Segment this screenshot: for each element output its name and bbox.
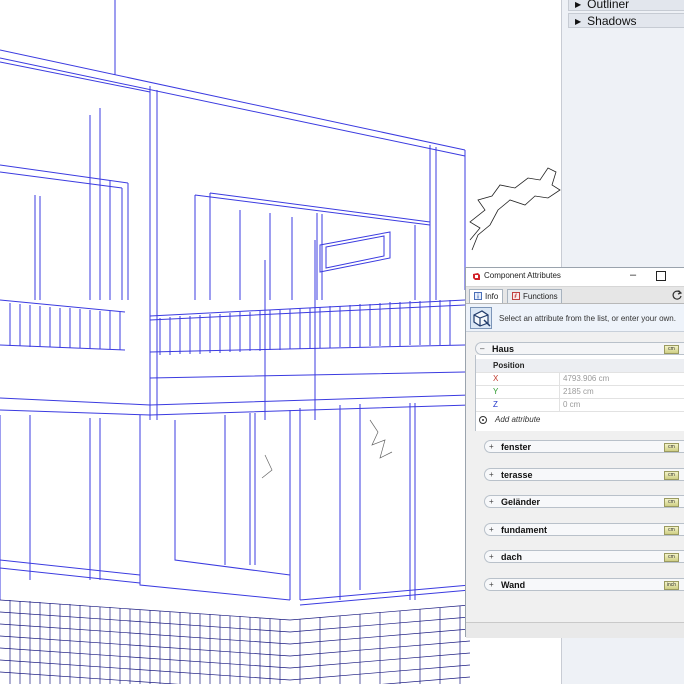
attribute-table: Position X 4793.906 cm Y 2185 cm Z 0 cm … xyxy=(475,355,684,431)
expand-icon[interactable]: + xyxy=(489,552,494,561)
column-divider xyxy=(559,398,560,411)
component-name: fenster xyxy=(501,442,532,452)
function-icon xyxy=(512,292,520,300)
component-row-terasse[interactable]: + terasse cm xyxy=(484,468,684,481)
attribute-row-x[interactable]: X 4793.906 cm xyxy=(476,372,684,386)
minimize-button[interactable]: – xyxy=(626,268,640,284)
collapse-icon[interactable]: – xyxy=(480,344,484,353)
units-badge[interactable]: cm xyxy=(664,471,679,480)
units-badge[interactable]: cm xyxy=(664,498,679,507)
attribute-row-y[interactable]: Y 2185 cm xyxy=(476,385,684,399)
attribute-value[interactable]: 2185 cm xyxy=(563,385,594,398)
component-name: Haus xyxy=(492,344,515,354)
component-name: Geländer xyxy=(501,497,541,507)
tray-panel-label: Outliner xyxy=(587,0,630,11)
units-badge[interactable]: cm xyxy=(664,526,679,535)
attribute-row-z[interactable]: Z 0 cm xyxy=(476,398,684,412)
units-badge[interactable]: cm xyxy=(664,553,679,562)
column-divider xyxy=(559,372,560,385)
units-badge[interactable]: cm xyxy=(664,443,679,452)
component-name: dach xyxy=(501,552,523,562)
tab-bar: Info Functions xyxy=(466,287,684,304)
attribute-value[interactable]: 0 cm xyxy=(563,398,580,411)
tray-panel-shadows[interactable]: ▶ Shadows xyxy=(568,13,684,28)
group-label: Position xyxy=(493,361,525,370)
component-row-dach[interactable]: + dach cm xyxy=(484,550,684,563)
component-row-fundament[interactable]: + fundament cm xyxy=(484,523,684,536)
window-footer xyxy=(466,622,684,638)
expand-triangle-icon: ▶ xyxy=(575,17,582,26)
add-attribute-label: Add attribute xyxy=(495,415,541,424)
tab-info[interactable]: Info xyxy=(469,289,503,303)
attribute-group-header: Position xyxy=(476,359,684,373)
tray-panel-outliner[interactable]: ▶ Outliner xyxy=(568,0,684,11)
maximize-button[interactable] xyxy=(656,271,666,281)
component-attributes-window: Component Attributes – Info Functions Se… xyxy=(465,267,684,638)
add-attribute-row[interactable]: Add attribute xyxy=(476,413,684,427)
component-name: fundament xyxy=(501,525,547,535)
attribute-key: Z xyxy=(493,400,498,409)
expand-icon[interactable]: + xyxy=(489,497,494,506)
component-row-gelaender[interactable]: + Geländer cm xyxy=(484,495,684,508)
component-cube-icon xyxy=(470,307,492,329)
add-attribute-icon[interactable] xyxy=(479,416,487,424)
tray-panel-label: Shadows xyxy=(587,14,637,28)
info-icon xyxy=(474,292,482,300)
attribute-key: X xyxy=(493,374,499,383)
expand-icon[interactable]: + xyxy=(489,580,494,589)
refresh-icon[interactable] xyxy=(671,289,683,301)
component-row-haus[interactable]: – Haus cm xyxy=(475,342,684,355)
component-row-wand[interactable]: + Wand inch xyxy=(484,578,684,591)
component-name: Wand xyxy=(501,580,526,590)
hint-bar: Select an attribute from the list, or en… xyxy=(466,304,684,332)
expand-icon[interactable]: + xyxy=(489,442,494,451)
column-divider xyxy=(559,385,560,398)
attribute-key: Y xyxy=(493,387,499,396)
units-badge[interactable]: cm xyxy=(664,345,679,354)
tab-label: Functions xyxy=(523,292,558,301)
tab-functions[interactable]: Functions xyxy=(507,289,562,303)
window-title: Component Attributes xyxy=(484,271,561,280)
attribute-value[interactable]: 4793.906 cm xyxy=(563,372,609,385)
tab-label: Info xyxy=(485,292,499,301)
hint-text: Select an attribute from the list, or en… xyxy=(499,314,676,323)
component-row-fenster[interactable]: + fenster cm xyxy=(484,440,684,453)
expand-icon[interactable]: + xyxy=(489,470,494,479)
window-titlebar[interactable]: Component Attributes – xyxy=(466,268,684,287)
sketchup-logo-icon xyxy=(473,273,480,280)
expand-triangle-icon: ▶ xyxy=(575,0,582,9)
units-badge[interactable]: inch xyxy=(664,581,679,590)
expand-icon[interactable]: + xyxy=(489,525,494,534)
component-name: terasse xyxy=(501,470,533,480)
